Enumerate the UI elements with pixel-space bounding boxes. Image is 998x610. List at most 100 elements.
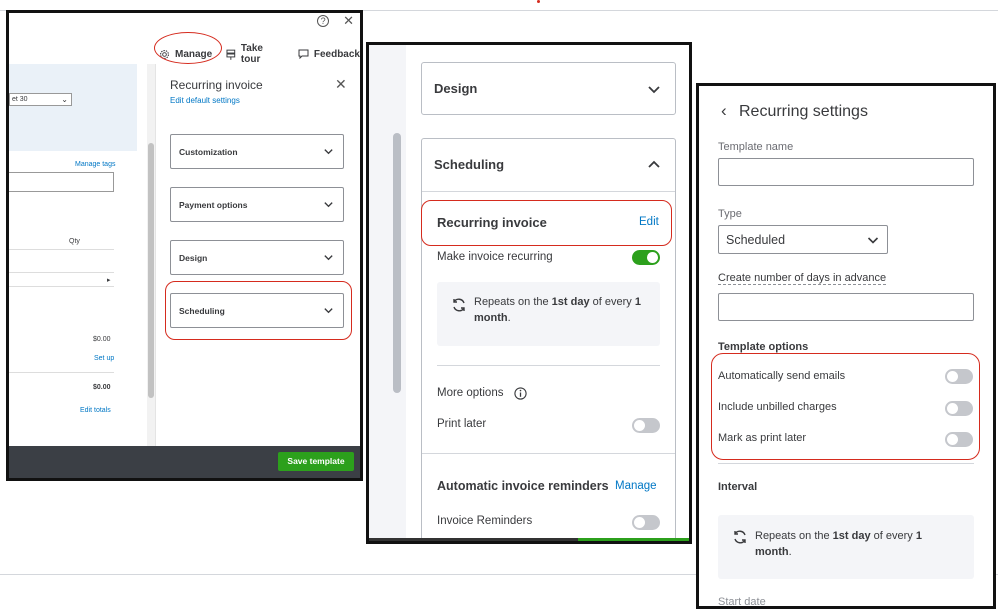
days-in-advance-input[interactable] [718, 293, 974, 321]
invoice-editor-panel: ? ✕ Manage Take tour Feedback et 30 ⌄ Ma… [6, 10, 363, 481]
template-name-input[interactable] [718, 158, 974, 186]
chevron-down-icon: ⌄ [61, 95, 68, 104]
terms-select[interactable]: et 30 ⌄ [9, 93, 72, 106]
accordion-label: Scheduling [179, 306, 225, 316]
help-icon[interactable]: ? [317, 15, 330, 27]
invoice-reminders-label: Invoice Reminders [437, 515, 533, 527]
repeat-day: 1st day [551, 296, 590, 308]
save-template-button[interactable]: Save template [278, 452, 354, 471]
footer-bar: Save template [9, 446, 360, 478]
set-up-link[interactable]: Set up [94, 355, 114, 362]
automatic-reminders-heading: Automatic invoice reminders [437, 479, 609, 493]
scroll-right-arrow-icon[interactable]: ▸ [107, 276, 111, 284]
take-tour-button[interactable]: Take tour [226, 43, 284, 65]
accordion-label: Payment options [179, 200, 248, 210]
manage-label: Manage [175, 48, 213, 60]
make-recurring-toggle[interactable] [632, 250, 660, 265]
include-unbilled-charges-toggle[interactable] [945, 401, 973, 416]
recurring-settings-panel: ‹ Recurring settings Template name Type … [696, 83, 996, 609]
divider [9, 249, 114, 250]
repeat-num: 1 [634, 296, 641, 308]
close-icon[interactable]: ✕ [343, 13, 354, 29]
divider [422, 191, 675, 192]
panel-title: Recurring settings [739, 103, 868, 120]
close-icon[interactable]: ✕ [335, 76, 347, 93]
chevron-down-icon [324, 308, 333, 314]
scrollbar-thumb[interactable] [393, 133, 401, 393]
type-select-value: Scheduled [726, 233, 786, 247]
edit-link[interactable]: Edit [639, 216, 659, 228]
red-dot [537, 0, 540, 3]
interval-heading: Interval [718, 481, 758, 493]
manage-link[interactable]: Manage [615, 480, 657, 492]
more-options-label: More options [437, 387, 504, 399]
repeat-pre: Repeats on the [474, 296, 552, 308]
recurring-invoice-heading: Recurring invoice [437, 215, 547, 230]
start-date-label: Start date [718, 596, 766, 608]
edit-totals-link[interactable]: Edit totals [80, 407, 111, 414]
window-controls: ? ✕ [317, 13, 354, 29]
make-recurring-label: Make invoice recurring [437, 251, 553, 263]
repeat-end: . [507, 312, 511, 324]
accordion-label: Customization [179, 147, 238, 157]
chevron-left-icon[interactable]: ‹ [721, 101, 727, 121]
accordion-payment-options[interactable]: Payment options [170, 187, 344, 222]
signpost-icon [226, 49, 236, 60]
feedback-label: Feedback [313, 48, 360, 60]
divider [718, 463, 974, 464]
toggle-knob [947, 371, 958, 382]
invoice-reminders-toggle[interactable] [632, 515, 660, 530]
scheduling-panel: Design Scheduling Recurring invoice Edit… [366, 42, 692, 544]
type-label: Type [718, 208, 742, 220]
chat-bubble-icon [298, 49, 309, 59]
screenshot-collage: ? ✕ Manage Take tour Feedback et 30 ⌄ Ma… [0, 0, 998, 610]
terms-select-value: et 30 [12, 96, 28, 103]
divider [422, 453, 675, 454]
info-icon[interactable] [514, 387, 527, 400]
repeat-mid: of every [870, 530, 916, 542]
total-amount: $0.00 [93, 384, 111, 391]
mark-print-later-toggle[interactable] [945, 432, 973, 447]
refresh-icon [734, 530, 746, 544]
chevron-down-icon [867, 237, 879, 244]
toggle-knob [634, 420, 645, 431]
divider [9, 286, 114, 287]
chevron-up-icon[interactable] [647, 158, 661, 172]
include-unbilled-charges-label: Include unbilled charges [718, 401, 837, 413]
gear-icon [160, 49, 169, 59]
accordion-design[interactable]: Design [421, 62, 676, 115]
template-options-heading: Template options [718, 341, 809, 353]
drawer-title: Recurring invoice [170, 78, 263, 92]
print-later-toggle[interactable] [632, 418, 660, 433]
repeat-mid: of every [589, 296, 635, 308]
repeat-unit: month [755, 546, 789, 558]
invoice-form-area: et 30 ⌄ Manage tags Qty ▸ $0.00 Set up $… [9, 64, 156, 446]
chevron-down-icon [324, 255, 333, 261]
accordion-design[interactable]: Design [170, 240, 344, 275]
manage-tags-link[interactable]: Manage tags [75, 161, 115, 168]
template-name-label: Template name [718, 141, 794, 153]
type-select[interactable]: Scheduled [718, 225, 888, 254]
toggle-knob [634, 517, 645, 528]
repeat-text: Repeats on the 1st day of every 1 month. [474, 294, 654, 326]
accordion-label: Design [434, 81, 478, 96]
scrollbar-thumb[interactable] [148, 143, 154, 398]
footer-accent [578, 538, 689, 541]
toolbar: Manage Take tour Feedback [159, 43, 360, 65]
chevron-down-icon [324, 202, 333, 208]
take-tour-label: Take tour [240, 43, 263, 65]
toggle-knob [947, 403, 958, 414]
tags-input[interactable] [9, 172, 114, 192]
invoice-header-area: et 30 ⌄ [9, 64, 137, 151]
manage-button[interactable]: Manage [159, 43, 212, 65]
toggle-knob [647, 252, 658, 263]
divider [437, 365, 660, 366]
accordion-label: Design [179, 253, 208, 263]
accordion-scheduling[interactable]: Scheduling [170, 293, 344, 328]
accordion-customization[interactable]: Customization [170, 134, 344, 169]
feedback-button[interactable]: Feedback [298, 43, 360, 65]
mark-print-later-label: Mark as print later [718, 432, 807, 444]
edit-default-settings-link[interactable]: Edit default settings [170, 96, 240, 105]
refresh-icon [453, 298, 465, 312]
auto-send-emails-toggle[interactable] [945, 369, 973, 384]
